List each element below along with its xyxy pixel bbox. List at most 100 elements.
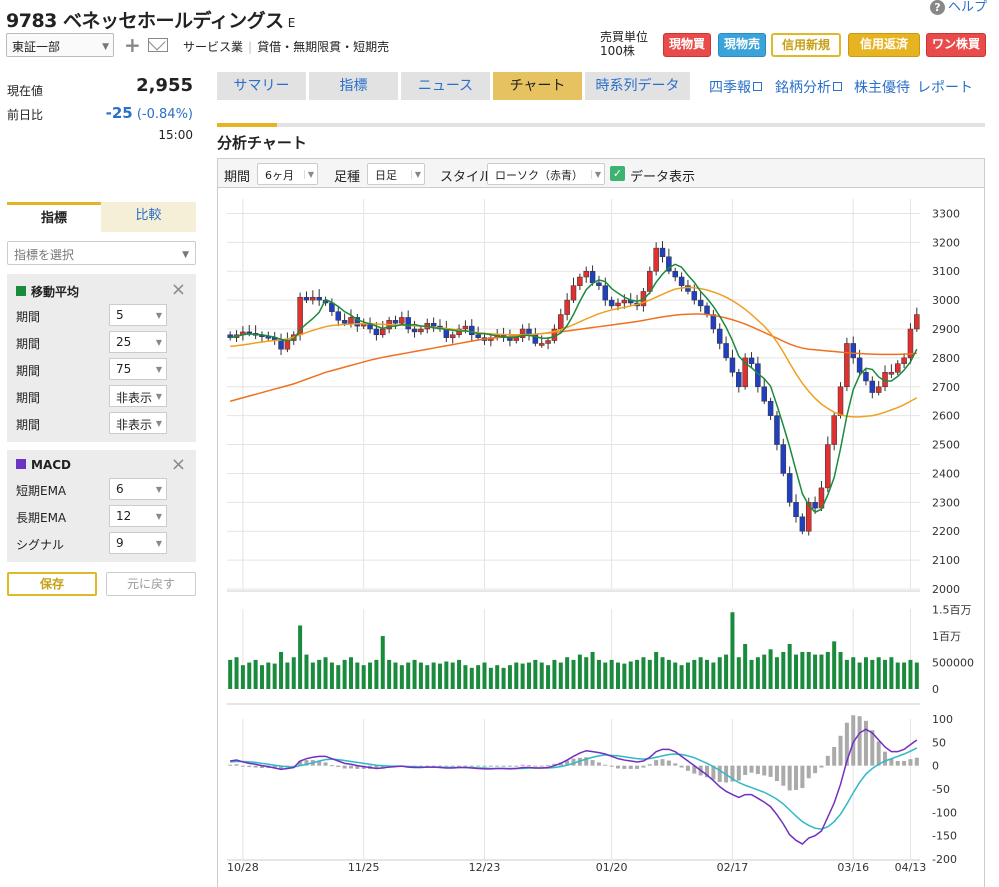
macd-param-select[interactable]: 12 ▼ — [109, 505, 167, 527]
chevron-down-icon: ▼ — [102, 42, 109, 52]
volume-bar — [291, 657, 296, 689]
volume-tick-label: 500000 — [932, 657, 974, 670]
divider — [217, 123, 985, 127]
style-select[interactable]: ローソク（赤青） ▼ — [487, 163, 605, 185]
candle-body — [825, 444, 831, 489]
candle-body — [793, 502, 799, 518]
macd-param-label: シグナル — [16, 538, 65, 552]
tab-indicators-main[interactable]: 指標 — [309, 72, 398, 100]
macd-histogram-bar — [609, 765, 614, 767]
candle-body — [608, 299, 615, 307]
volume-bar — [698, 657, 703, 689]
ma-period-select[interactable]: 非表示 ▼ — [109, 412, 167, 434]
ma-period-select[interactable]: 5 ▼ — [109, 304, 167, 326]
link-report[interactable]: レポート — [917, 77, 973, 97]
ma-period-label: 期間 — [16, 391, 41, 405]
tab-summary[interactable]: サマリー — [217, 72, 306, 100]
market-select[interactable]: 東証一部 ▼ — [6, 33, 114, 57]
volume-bar — [399, 665, 404, 689]
ma-period-select[interactable]: 75 ▼ — [109, 358, 167, 380]
macd-histogram-bar — [781, 765, 786, 786]
ma-period-select[interactable]: 非表示 ▼ — [109, 385, 167, 407]
tab-chart[interactable]: チャート — [493, 72, 582, 100]
macd-histogram-bar — [457, 765, 462, 767]
candle-body — [430, 322, 437, 327]
macd-param-select[interactable]: 6 ▼ — [109, 478, 167, 500]
volume-bar — [298, 625, 303, 689]
volume-bar — [616, 662, 621, 689]
add-to-portfolio-icon[interactable]: + — [124, 33, 141, 57]
volume-bar — [348, 657, 353, 689]
volume-bar — [476, 665, 481, 689]
checkbox-icon[interactable]: ✓ — [610, 166, 625, 181]
close-icon[interactable]: × — [171, 456, 186, 474]
ashi-select[interactable]: 日足 ▼ — [367, 163, 425, 185]
spot-sell-button[interactable]: 現物売 — [718, 33, 766, 57]
macd-histogram-bar — [348, 765, 353, 769]
candle-body — [812, 502, 818, 509]
volume-bar — [425, 665, 430, 689]
candle-body — [716, 328, 723, 344]
macd-histogram-bar — [526, 765, 531, 767]
volume-bar — [317, 659, 322, 689]
volume-bar — [406, 662, 411, 689]
indicator-select[interactable]: 指標を選択 ▼ — [7, 241, 196, 265]
data-display-label[interactable]: データ表示 — [630, 166, 695, 185]
candle-body — [602, 285, 609, 301]
macd-panel: MACD × 短期EMA 6 ▼ 長期EMA 12 ▼ シグナル 9 ▼ — [7, 450, 196, 562]
candle-body — [449, 334, 456, 338]
candle-body — [596, 282, 602, 286]
tab-time-series[interactable]: 時系列データ — [585, 72, 690, 100]
close-icon[interactable]: × — [171, 281, 186, 299]
volume-bar — [342, 659, 347, 689]
candle-body — [316, 296, 322, 301]
macd-tick-label: -50 — [932, 783, 950, 796]
reset-button[interactable]: 元に戻す — [106, 572, 196, 596]
tab-compare[interactable]: 比較 — [101, 202, 196, 232]
volume-bar — [247, 662, 252, 689]
ma-panel-title: 移動平均 — [16, 283, 79, 300]
spot-buy-button[interactable]: 現物買 — [663, 33, 711, 57]
external-window-icon — [833, 82, 842, 91]
tab-indicators[interactable]: 指標 — [7, 202, 101, 232]
volume-bar — [647, 659, 652, 689]
macd-histogram-bar — [794, 765, 799, 790]
one-share-buy-button[interactable]: ワン株買 — [926, 33, 986, 57]
volume-bar — [889, 657, 894, 689]
link-benefits[interactable]: 株主優待 — [854, 77, 910, 97]
date-tick-label: 11/25 — [348, 861, 380, 874]
candle-body — [589, 270, 596, 284]
macd-histogram-bar — [654, 760, 659, 766]
candle-body — [583, 270, 589, 278]
candle-body — [545, 340, 551, 344]
volume-bar — [457, 659, 462, 689]
macd-histogram-bar — [514, 765, 519, 767]
trade-unit: 売買単位 100株 — [600, 30, 649, 58]
link-analysis[interactable]: 銘柄分析 — [775, 77, 842, 97]
macd-histogram-bar — [914, 757, 919, 766]
macd-histogram-bar — [800, 765, 805, 789]
period-select[interactable]: 6ヶ月 ▼ — [257, 163, 318, 185]
tab-news[interactable]: ニュース — [401, 72, 490, 100]
ma-period-select[interactable]: 25 ▼ — [109, 331, 167, 353]
candle-body — [558, 314, 564, 330]
margin-new-button[interactable]: 信用新規 — [771, 33, 841, 57]
mail-icon[interactable] — [148, 38, 168, 52]
macd-color-icon — [16, 459, 26, 469]
macd-panel-title: MACD — [16, 458, 71, 472]
macd-param-label: 短期EMA — [16, 484, 67, 498]
margin-repay-button[interactable]: 信用返済 — [848, 33, 920, 57]
help-icon: ? — [929, 0, 945, 15]
macd-histogram-bar — [806, 765, 811, 779]
candle-body — [462, 325, 469, 330]
save-button[interactable]: 保存 — [7, 572, 97, 596]
macd-param-select[interactable]: 9 ▼ — [109, 532, 167, 554]
volume-bar — [666, 659, 671, 689]
help-link[interactable]: ? ヘルプ — [929, 0, 987, 15]
analysis-chart[interactable]: 3300 3200 3100 3000 2900 2800 2700 2600 2500 2400… — [217, 189, 985, 887]
macd-histogram-bar — [743, 765, 748, 775]
volume-tick-label: 1百万 — [932, 630, 961, 643]
volume-bar — [717, 657, 722, 689]
link-shikiho[interactable]: 四季報 — [709, 77, 762, 97]
volume-bar — [380, 636, 385, 689]
